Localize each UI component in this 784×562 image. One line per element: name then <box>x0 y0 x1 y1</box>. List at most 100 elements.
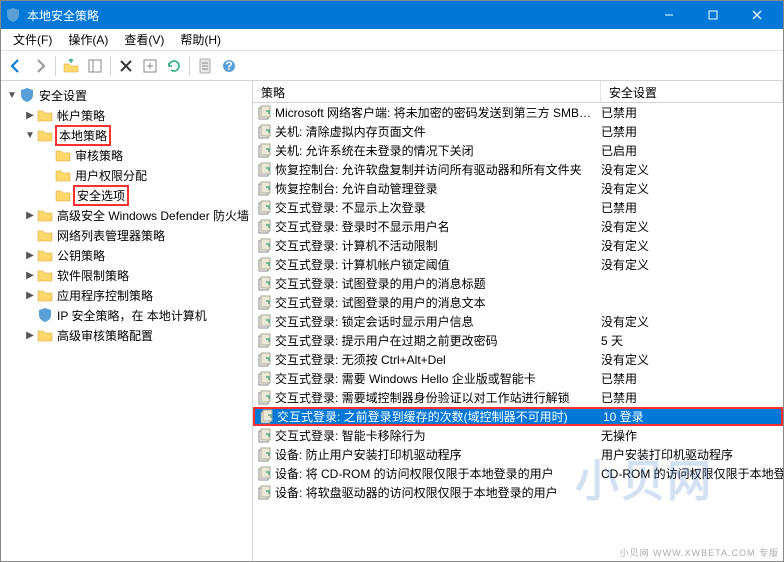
export-button[interactable] <box>194 55 216 77</box>
tree-item[interactable]: 网络列表管理器策略 <box>1 225 252 245</box>
tree-item-label: 用户权限分配 <box>73 167 149 184</box>
policy-row[interactable]: 关机: 清除虚拟内存页面文件已禁用 <box>253 122 783 141</box>
policy-row[interactable]: 交互式登录: 试图登录的用户的消息标题 <box>253 274 783 293</box>
policy-item-icon <box>257 390 273 406</box>
policy-row[interactable]: 交互式登录: 计算机帐户锁定阈值没有定义 <box>253 255 783 274</box>
policy-row[interactable]: 交互式登录: 锁定会话时显示用户信息没有定义 <box>253 312 783 331</box>
policy-cell: 交互式登录: 试图登录的用户的消息标题 <box>275 275 601 292</box>
delete-button[interactable] <box>115 55 137 77</box>
up-button[interactable] <box>60 55 82 77</box>
tree-root-label: 安全设置 <box>37 87 89 104</box>
policy-item-icon <box>257 485 273 501</box>
menu-help[interactable]: 帮助(H) <box>172 29 229 50</box>
policy-row[interactable]: 交互式登录: 提示用户在过期之前更改密码5 天 <box>253 331 783 350</box>
tree-expander-icon[interactable]: ▶ <box>23 330 37 341</box>
tree-item[interactable]: ▶高级审核策略配置 <box>1 325 252 345</box>
menu-view[interactable]: 查看(V) <box>116 29 172 50</box>
tree-expander-icon[interactable]: ▶ <box>23 210 37 221</box>
col-header-policy[interactable]: 策略 <box>253 81 601 102</box>
policy-row[interactable]: 恢复控制台: 允许软盘复制并访问所有驱动器和所有文件夹没有定义 <box>253 160 783 179</box>
tree-item[interactable]: ▶软件限制策略 <box>1 265 252 285</box>
policy-cell: 交互式登录: 试图登录的用户的消息文本 <box>275 294 601 311</box>
policy-row[interactable]: 交互式登录: 需要域控制器身份验证以对工作站进行解锁已禁用 <box>253 388 783 407</box>
maximize-button[interactable] <box>691 1 735 29</box>
titlebar: 本地安全策略 <box>1 1 783 29</box>
policy-row[interactable]: 交互式登录: 智能卡移除行为无操作 <box>253 426 783 445</box>
policy-cell: 关机: 允许系统在未登录的情况下关闭 <box>275 142 601 159</box>
tree-item-label: 本地策略 <box>55 125 111 146</box>
tree-expander-icon[interactable]: ▶ <box>23 110 37 121</box>
policy-cell: 设备: 防止用户安装打印机驱动程序 <box>275 446 601 463</box>
tree-expander-icon[interactable]: ▶ <box>23 250 37 261</box>
tree-item[interactable]: 审核策略 <box>1 145 252 165</box>
setting-cell: 没有定义 <box>601 180 783 197</box>
policy-row[interactable]: 关机: 允许系统在未登录的情况下关闭已启用 <box>253 141 783 160</box>
toolbar <box>1 51 783 81</box>
policy-row[interactable]: 交互式登录: 之前登录到缓存的次数(域控制器不可用时)10 登录 <box>253 407 783 426</box>
tree-item[interactable]: ▼ 本地策略 <box>1 125 252 145</box>
forward-button[interactable] <box>29 55 51 77</box>
policy-row[interactable]: 交互式登录: 计算机不活动限制没有定义 <box>253 236 783 255</box>
policy-row[interactable]: Microsoft 网络客户端: 将未加密的密码发送到第三方 SMB…已禁用 <box>253 103 783 122</box>
tree-expander-icon[interactable]: ▶ <box>23 290 37 301</box>
setting-cell: 5 天 <box>601 332 783 349</box>
properties-button[interactable] <box>139 55 161 77</box>
properties-icon <box>142 58 158 74</box>
policy-cell: 交互式登录: 需要域控制器身份验证以对工作站进行解锁 <box>275 389 601 406</box>
folder-icon <box>37 267 53 283</box>
policy-cell: 恢复控制台: 允许软盘复制并访问所有驱动器和所有文件夹 <box>275 161 601 178</box>
tree-item[interactable]: ▶帐户策略 <box>1 105 252 125</box>
setting-cell: 没有定义 <box>601 256 783 273</box>
policy-item-icon <box>257 295 273 311</box>
setting-cell: 已禁用 <box>601 370 783 387</box>
tree-item[interactable]: 安全选项 <box>1 185 252 205</box>
tree-item[interactable]: ▶公钥策略 <box>1 245 252 265</box>
menu-file[interactable]: 文件(F) <box>5 29 60 50</box>
tree-expander-icon[interactable]: ▼ <box>23 130 37 141</box>
policy-row[interactable]: 恢复控制台: 允许自动管理登录没有定义 <box>253 179 783 198</box>
folder-up-icon <box>63 58 79 74</box>
export-icon <box>197 58 213 74</box>
policy-item-icon <box>257 181 273 197</box>
menu-action[interactable]: 操作(A) <box>60 29 116 50</box>
policy-cell: 交互式登录: 计算机帐户锁定阈值 <box>275 256 601 273</box>
setting-cell: 已禁用 <box>601 123 783 140</box>
tree-pane[interactable]: ▼ 安全设置 ▶帐户策略 ▼ 本地策略审核策略用户权限分配安全选项▶高级安全 Win… <box>1 81 253 561</box>
tree-root[interactable]: ▼ 安全设置 <box>1 85 252 105</box>
folder-icon <box>37 207 53 223</box>
help-button[interactable] <box>218 55 240 77</box>
policy-cell: 设备: 将 CD-ROM 的访问权限仅限于本地登录的用户 <box>275 465 601 482</box>
folder-icon <box>37 287 53 303</box>
minimize-button[interactable] <box>647 1 691 29</box>
tree-item[interactable]: IP 安全策略，在 本地计算机 <box>1 305 252 325</box>
show-hide-button[interactable] <box>84 55 106 77</box>
refresh-button[interactable] <box>163 55 185 77</box>
forward-icon <box>32 58 48 74</box>
policy-item-icon <box>259 409 275 425</box>
policy-row[interactable]: 交互式登录: 需要 Windows Hello 企业版或智能卡已禁用 <box>253 369 783 388</box>
folder-icon <box>37 327 53 343</box>
folder-icon <box>55 167 71 183</box>
setting-cell: 没有定义 <box>601 351 783 368</box>
policy-item-icon <box>257 447 273 463</box>
tree-item[interactable]: 用户权限分配 <box>1 165 252 185</box>
back-button[interactable] <box>5 55 27 77</box>
policy-row[interactable]: 交互式登录: 登录时不显示用户名没有定义 <box>253 217 783 236</box>
col-header-setting[interactable]: 安全设置 <box>601 81 783 102</box>
security-root-icon <box>19 87 35 103</box>
setting-cell: 已禁用 <box>601 104 783 121</box>
watermark-logo: 小贝网 <box>575 445 713 509</box>
policy-row[interactable]: 交互式登录: 试图登录的用户的消息文本 <box>253 293 783 312</box>
tree-expander-icon[interactable]: ▶ <box>23 270 37 281</box>
policy-row[interactable]: 交互式登录: 无须按 Ctrl+Alt+Del没有定义 <box>253 350 783 369</box>
tree-item-label: 审核策略 <box>73 147 125 164</box>
close-button[interactable] <box>735 1 779 29</box>
policy-cell: 恢复控制台: 允许自动管理登录 <box>275 180 601 197</box>
policy-cell: Microsoft 网络客户端: 将未加密的密码发送到第三方 SMB… <box>275 104 601 121</box>
tree-item[interactable]: ▶应用程序控制策略 <box>1 285 252 305</box>
folder-net-icon <box>37 227 53 243</box>
folder-icon <box>55 187 71 203</box>
policy-row[interactable]: 交互式登录: 不显示上次登录已禁用 <box>253 198 783 217</box>
tree-item-label: 安全选项 <box>73 185 129 206</box>
tree-item[interactable]: ▶高级安全 Windows Defender 防火墙 <box>1 205 252 225</box>
